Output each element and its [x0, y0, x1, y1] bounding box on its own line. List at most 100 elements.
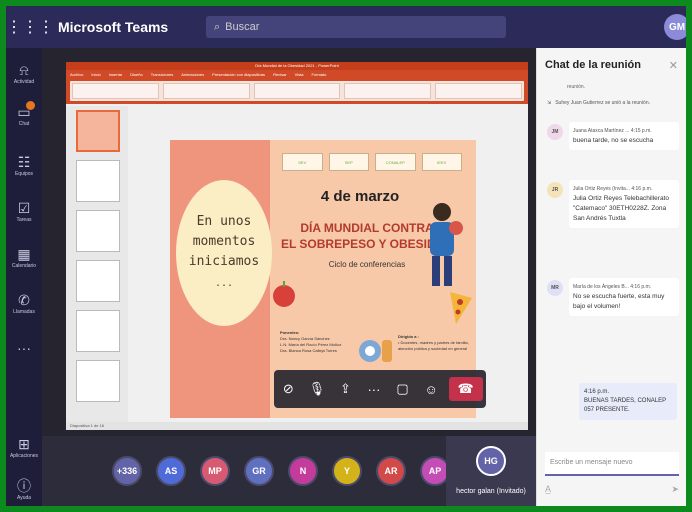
ribbon-tab[interactable]: Vista [295, 72, 304, 77]
participant-avatar[interactable]: GR [244, 456, 274, 486]
rail-item-apps[interactable]: ⊞ Aplicaciones [6, 436, 42, 459]
rail-item-chat[interactable]: ▭ Chat [6, 101, 42, 127]
user-avatar[interactable]: GM [664, 14, 686, 40]
rail-item-teams[interactable]: ☷ Equipos [6, 154, 42, 177]
ribbon-tabs: Archivo Inicio Insertar Diseño Transiciones A… [70, 72, 524, 77]
pizza-illustration [450, 292, 472, 324]
meeting-controls: ⊘ 🎙 ⇪ ··· ▢ ☺ ☎ [274, 370, 486, 408]
ribbon-tab[interactable]: Archivo [70, 72, 83, 77]
presenter-avatar: HG [476, 446, 506, 476]
presenter-tile[interactable]: HG hector galan (Invitado) [446, 436, 536, 506]
format-icon[interactable]: A̲ [545, 484, 551, 495]
camera-off-icon[interactable]: ⊘ [277, 381, 299, 397]
message-meta: María de los Ángeles B... 4:16 p.m. [573, 282, 675, 292]
search-input[interactable]: ⌕ Buscar [206, 16, 506, 38]
slide-thumbnail[interactable] [76, 210, 120, 252]
rail-label: Ayuda [16, 495, 32, 501]
rail-item-more[interactable]: ··· [6, 340, 42, 356]
powerpoint-status-bar: Diapositiva 1 de 16 [66, 422, 528, 430]
message-author: Julia Ortiz Reyes (Invita... [573, 186, 630, 192]
participant-avatar[interactable]: AS [156, 456, 186, 486]
shared-screen: Día Mundial de la Obesidad 2021 - PowerP… [42, 48, 536, 436]
app-launcher-icon[interactable]: ⋮⋮⋮ [6, 17, 54, 37]
ribbon-group[interactable] [72, 83, 159, 99]
slide-thumbnail[interactable] [76, 160, 120, 202]
tasks-icon: ☑ [17, 200, 31, 216]
rail-item-help[interactable]: ⓘ Ayuda [6, 478, 42, 501]
rail-label: Chat [18, 121, 30, 127]
chat-title: Chat de la reunión [545, 59, 641, 71]
rail-item-activity[interactable]: ⍾ Actividad [6, 62, 42, 85]
slide-thumbnail[interactable] [76, 110, 120, 152]
bell-icon: ⍾ [19, 62, 29, 78]
slide-thumbnail[interactable] [76, 310, 120, 352]
ribbon-tab[interactable]: Insertar [109, 72, 123, 77]
slide-thumbnail[interactable] [76, 260, 120, 302]
ribbon-tab[interactable]: Formato [311, 72, 326, 77]
waiting-circle: En unos momentos iniciamos ... [176, 180, 272, 326]
share-screen-icon[interactable]: ⇪ [334, 381, 356, 397]
apple-illustration [273, 281, 295, 307]
rail-item-calls[interactable]: ✆ Llamadas [6, 292, 42, 315]
hang-up-button[interactable]: ☎ [448, 377, 483, 401]
participants-icon[interactable]: ☺ [420, 382, 442, 397]
participant-avatar[interactable]: Y [332, 456, 362, 486]
participant-avatar[interactable]: N [288, 456, 318, 486]
person-illustration [430, 203, 463, 286]
help-icon: ⓘ [17, 478, 31, 494]
message-body: Juana Ataxca Martínez ... 4:15 p.m. buen… [569, 122, 679, 150]
ribbon-tab[interactable]: Inicio [91, 72, 100, 77]
message-text: buena tarde, no se escucha [573, 137, 654, 144]
rail-item-tasks[interactable]: ☑ Tareas [6, 200, 42, 223]
participant-avatar[interactable]: AR [376, 456, 406, 486]
ribbon-tab[interactable]: Animaciones [181, 72, 204, 77]
ribbon: Archivo Inicio Insertar Diseño Transiciones A… [66, 70, 528, 104]
title-bar: ⋮⋮⋮ Microsoft Teams ⌕ Buscar GM [6, 6, 686, 48]
rail-label: Calendario [11, 263, 37, 269]
participant-avatar[interactable]: +336 [112, 456, 142, 486]
participant-avatar[interactable]: MP [200, 456, 230, 486]
chat-message: JR Julia Ortiz Reyes (Invita... 4:16 p.m… [547, 180, 679, 228]
ribbon-group[interactable] [344, 83, 432, 99]
circle-line: En unos [196, 214, 252, 229]
ribbon-tab[interactable]: Revisar [273, 72, 287, 77]
apps-icon: ⊞ [18, 436, 30, 452]
ribbon-group[interactable] [162, 83, 250, 99]
close-icon[interactable]: ✕ [669, 59, 678, 72]
logo: CONALEP [375, 153, 416, 171]
audience-line: • Docentes, madres y padres de familia, … [398, 340, 469, 351]
message-time: 4:15 p.m. [630, 128, 652, 134]
circle-line: momentos [192, 234, 256, 249]
teams-window: ⋮⋮⋮ Microsoft Teams ⌕ Buscar GM ⍾ Activi… [6, 6, 686, 506]
ribbon-group[interactable] [253, 83, 341, 99]
ribbon-group[interactable] [435, 83, 522, 99]
message-time: 4:16 p.m. [630, 284, 652, 290]
chat-toggle-icon[interactable]: ▢ [392, 381, 414, 397]
mic-off-icon[interactable]: 🎙 [306, 381, 328, 397]
phone-icon: ✆ [18, 292, 30, 308]
ribbon-tab[interactable]: Transiciones [151, 72, 174, 77]
message-input[interactable]: Escribe un mensaje nuevo [545, 452, 679, 476]
notification-badge [26, 101, 35, 110]
presenter-line: Dra. Blanca Rosa Calleja Torres [280, 348, 337, 353]
presenter-name: hector galan (Invitado) [456, 488, 526, 495]
ribbon-tab[interactable]: Diseño [130, 72, 142, 77]
rail-item-calendar[interactable]: ▦ Calendario [6, 246, 42, 269]
slide-thumbnail[interactable] [76, 360, 120, 402]
message-author: María de los Ángeles B... [573, 284, 629, 290]
system-note: reunión. [567, 84, 586, 90]
search-placeholder: Buscar [225, 21, 260, 33]
ribbon-tab[interactable]: Presentación con diapositivas [212, 72, 265, 77]
chat-message: JM Juana Ataxca Martínez ... 4:15 p.m. b… [547, 122, 679, 150]
logo: SEV [282, 153, 323, 171]
chat-icon: ▭ [17, 104, 31, 120]
send-icon[interactable]: ➤ [671, 484, 679, 495]
more-options-icon[interactable]: ··· [363, 382, 385, 397]
join-note-text: Suhey Juan Gutierrez se unió a la reunió… [555, 100, 650, 106]
chat-message: MR María de los Ángeles B... 4:16 p.m. N… [547, 278, 679, 316]
message-avatar: MR [547, 280, 563, 296]
rail-label: Llamadas [13, 309, 35, 315]
compose-actions: A̲ ➤ [545, 484, 679, 495]
message-time: 4:16 p.m. [631, 186, 653, 192]
message-author: Juana Ataxca Martínez ... [573, 128, 630, 134]
